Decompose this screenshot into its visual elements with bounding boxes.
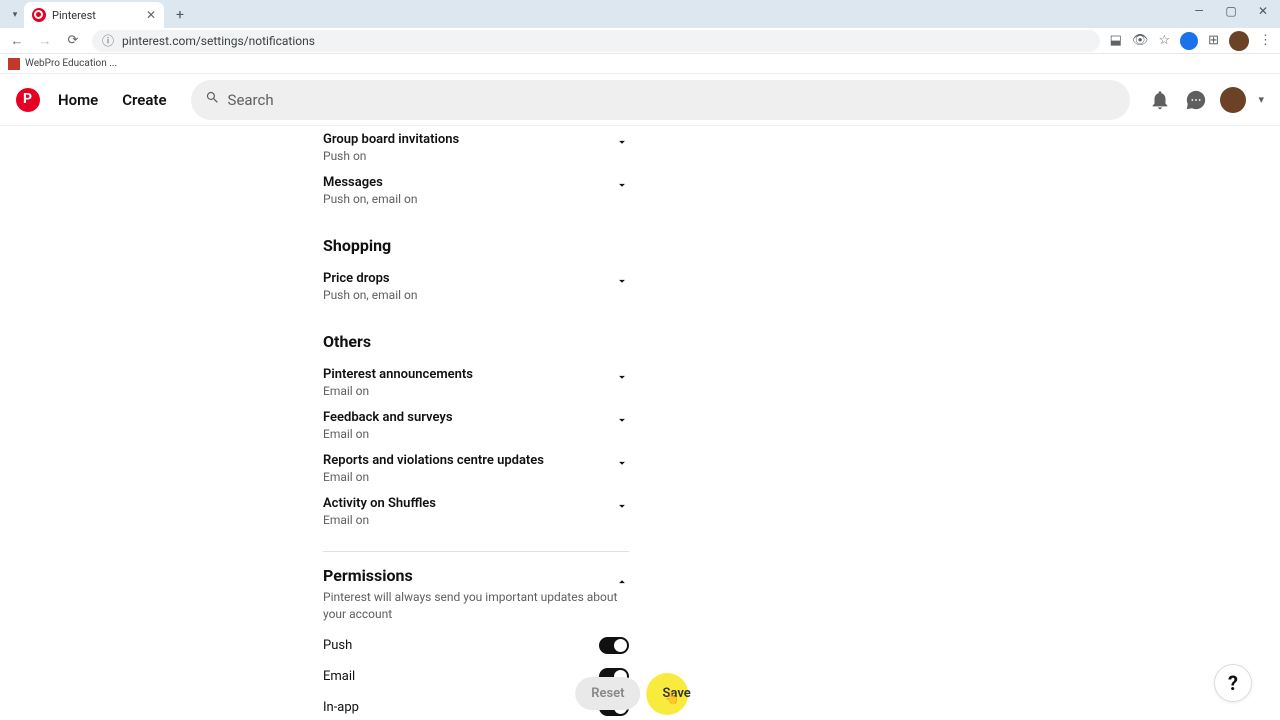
window-controls: — ▢ ✕	[1190, 4, 1272, 18]
setting-title: Feedback and surveys	[323, 410, 629, 425]
setting-title: Reports and violations centre updates	[323, 453, 629, 468]
bookmark-item[interactable]: WebPro Education ...	[25, 58, 117, 69]
setting-group-board[interactable]: Group board invitations Push on	[323, 126, 629, 169]
setting-status: Push on, email on	[323, 288, 629, 302]
chevron-down-icon[interactable]	[615, 412, 629, 431]
notification-settings: Group board invitations Push on Messages…	[323, 126, 629, 716]
setting-title: Price drops	[323, 271, 629, 286]
setting-status: Push on, email on	[323, 192, 629, 206]
chevron-down-icon[interactable]	[615, 498, 629, 517]
close-window-button[interactable]: ✕	[1254, 4, 1272, 18]
permission-label: In-app	[323, 700, 359, 715]
chevron-down-icon[interactable]	[615, 134, 629, 153]
tab-search-icon[interactable]: ▾	[6, 5, 24, 25]
setting-title: Messages	[323, 175, 629, 190]
permissions-heading: Permissions	[323, 566, 413, 585]
setting-status: Email on	[323, 470, 629, 484]
account-chevron-icon[interactable]: ▾	[1258, 93, 1264, 106]
setting-title: Activity on Shuffles	[323, 496, 629, 511]
menu-icon[interactable]: ⋮	[1259, 33, 1272, 48]
setting-messages[interactable]: Messages Push on, email on	[323, 169, 629, 212]
minimize-button[interactable]: —	[1190, 4, 1208, 18]
site-info-icon[interactable]: ⓘ	[102, 32, 114, 49]
setting-title: Pinterest announcements	[323, 367, 629, 382]
section-others: Others	[323, 332, 629, 351]
setting-status: Email on	[323, 513, 629, 527]
setting-status: Email on	[323, 427, 629, 441]
search-icon	[205, 90, 220, 109]
close-icon[interactable]: ✕	[146, 8, 156, 22]
url-text: pinterest.com/settings/notifications	[122, 34, 315, 48]
cursor-icon: 👆	[665, 691, 680, 705]
pinterest-logo-icon[interactable]	[16, 88, 40, 112]
divider	[323, 551, 629, 552]
user-avatar[interactable]	[1220, 87, 1246, 113]
reload-button[interactable]: ⟳	[64, 32, 82, 50]
chevron-down-icon[interactable]	[615, 369, 629, 388]
address-bar: ← → ⟳ ⓘ pinterest.com/settings/notificat…	[0, 28, 1280, 54]
permission-push: Push	[323, 637, 629, 654]
section-shopping: Shopping	[323, 236, 629, 255]
browser-chrome: ▾ Pinterest ✕ + — ▢ ✕ ← → ⟳ ⓘ pinterest.…	[0, 0, 1280, 54]
chevron-down-icon[interactable]	[615, 177, 629, 196]
profile-avatar[interactable]	[1229, 31, 1249, 51]
messages-icon[interactable]	[1184, 88, 1208, 112]
bookmark-star-icon[interactable]: ☆	[1158, 33, 1170, 48]
search-input[interactable]: Search	[191, 80, 1131, 120]
toggle-push[interactable]	[599, 637, 629, 654]
chevron-down-icon[interactable]	[615, 273, 629, 292]
save-button-wrap: Save 👆	[649, 677, 705, 710]
nav-home[interactable]: Home	[52, 91, 104, 109]
pinterest-favicon-icon	[32, 8, 46, 22]
forward-button[interactable]: →	[36, 32, 54, 50]
setting-title: Group board invitations	[323, 132, 629, 147]
setting-feedback[interactable]: Feedback and surveys Email on	[323, 404, 629, 447]
bookmark-bar: WebPro Education ...	[0, 54, 1280, 74]
setting-status: Email on	[323, 384, 629, 398]
permissions-description: Pinterest will always send you important…	[323, 589, 629, 623]
setting-reports[interactable]: Reports and violations centre updates Em…	[323, 447, 629, 490]
extension-icon[interactable]	[1180, 32, 1198, 50]
chevron-up-icon[interactable]	[615, 574, 629, 593]
search-placeholder: Search	[228, 91, 274, 109]
maximize-button[interactable]: ▢	[1222, 4, 1240, 18]
back-button[interactable]: ←	[8, 32, 26, 50]
setting-announcements[interactable]: Pinterest announcements Email on	[323, 361, 629, 404]
permission-label: Push	[323, 638, 352, 653]
footer-actions: Reset Save 👆	[575, 677, 705, 710]
setting-shuffles[interactable]: Activity on Shuffles Email on	[323, 490, 629, 533]
pinterest-header: Home Create Search ▾	[0, 74, 1280, 126]
nav-create[interactable]: Create	[116, 91, 172, 109]
new-tab-button[interactable]: +	[170, 5, 190, 25]
permission-label: Email	[323, 669, 355, 684]
section-permissions[interactable]: Permissions	[323, 566, 629, 585]
tab-title: Pinterest	[52, 9, 140, 22]
toolbar-icons: ⬓ 👁 ☆ ⊞ ⋮	[1110, 31, 1272, 51]
chevron-down-icon[interactable]	[615, 455, 629, 474]
tab-bar: ▾ Pinterest ✕ +	[0, 0, 1280, 28]
install-icon[interactable]: ⬓	[1110, 33, 1122, 48]
reset-button[interactable]: Reset	[575, 677, 640, 710]
help-button[interactable]: ?	[1214, 664, 1252, 702]
setting-status: Push on	[323, 149, 629, 163]
browser-tab[interactable]: Pinterest ✕	[24, 2, 164, 28]
setting-price-drops[interactable]: Price drops Push on, email on	[323, 265, 629, 308]
bookmark-favicon-icon	[8, 58, 20, 70]
url-input[interactable]: ⓘ pinterest.com/settings/notifications	[92, 30, 1100, 52]
extensions-puzzle-icon[interactable]: ⊞	[1208, 33, 1219, 48]
bell-icon[interactable]	[1148, 88, 1172, 112]
eye-off-icon[interactable]: 👁	[1132, 33, 1149, 48]
